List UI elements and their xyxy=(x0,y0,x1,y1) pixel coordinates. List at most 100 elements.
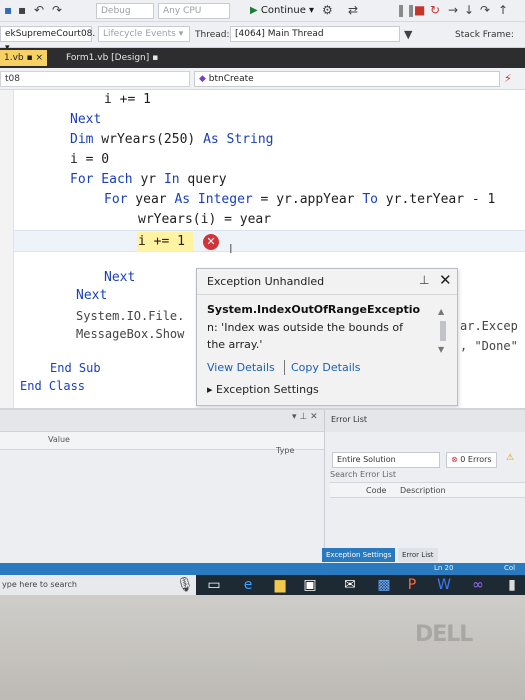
error-icon: ⊗ xyxy=(451,455,458,464)
warning-icon[interactable]: ⚠ xyxy=(506,453,514,463)
visual-studio-icon[interactable]: ∞ xyxy=(470,577,486,593)
screen: ▪ ▪ ↶ ↷ Debug Any CPU ▶ Continue ▾ ⚙ ⇄ ❚… xyxy=(0,0,525,595)
code-line: Dim wrYears(250) As String xyxy=(70,132,274,147)
code-line: Next xyxy=(70,112,102,127)
description-column-header[interactable]: Description xyxy=(400,486,446,495)
solution-config-combo[interactable]: Debug xyxy=(96,3,154,19)
code-line: For Each yr In query xyxy=(70,172,227,187)
event-icon: ⚡ xyxy=(504,72,512,85)
continue-button[interactable]: ▶ Continue ▾ xyxy=(250,3,314,19)
exception-type: System.IndexOutOfRangeExceptio xyxy=(207,303,421,316)
monitor-bezel xyxy=(0,595,525,700)
show-next-statement-icon[interactable]: → xyxy=(448,2,458,18)
code-line: MessageBox.Show xyxy=(76,327,185,341)
save-all-icon[interactable]: ▪ xyxy=(18,2,26,18)
standard-toolbar: ▪ ▪ ↶ ↷ Debug Any CPU ▶ Continue ▾ ⚙ ⇄ ❚… xyxy=(0,0,525,22)
task-view-icon[interactable]: ▭ xyxy=(206,577,222,593)
scope-combo[interactable]: Entire Solution xyxy=(332,452,440,468)
mail-icon[interactable]: ✉ xyxy=(342,577,358,593)
undo-icon[interactable]: ↶ xyxy=(34,2,44,18)
app-icon[interactable]: ▩ xyxy=(376,577,392,593)
copy-details-link[interactable]: Copy Details xyxy=(291,361,361,374)
locals-column-headers: Value Type xyxy=(0,432,324,455)
powerpoint-icon[interactable]: P xyxy=(404,577,420,593)
restart-icon[interactable]: ↻ xyxy=(430,2,440,18)
tab-exception-settings[interactable]: Exception Settings xyxy=(322,548,396,562)
debug-location-toolbar: ekSupremeCourt08. ▾ Lifecycle Events ▾ T… xyxy=(0,22,525,53)
code-line: End Sub xyxy=(50,361,101,375)
error-glyph-icon[interactable]: ✕ xyxy=(203,234,219,250)
step-out-icon[interactable]: ↑ xyxy=(498,2,508,18)
redo-icon[interactable]: ↷ xyxy=(52,2,62,18)
stop-icon[interactable]: ■ xyxy=(414,2,425,18)
exception-header: Exception Unhandled ⊥ ✕ xyxy=(197,269,457,295)
code-line: wrYears(i) = year xyxy=(138,212,272,227)
browser-link-icon[interactable]: ⚙ xyxy=(322,2,333,18)
stack-frame-label: Stack Frame: xyxy=(455,30,514,40)
code-line-partial: ar.Excep xyxy=(460,319,518,333)
taskbar-search-input[interactable]: ype here to search xyxy=(0,575,196,595)
play-icon: ▶ xyxy=(250,5,258,16)
close-icon[interactable]: × xyxy=(36,53,44,63)
code-line: Next xyxy=(76,288,108,303)
thread-combo[interactable]: [4064] Main Thread xyxy=(230,26,400,42)
word-icon[interactable]: W xyxy=(436,577,452,593)
exception-settings-toggle[interactable]: ▸ Exception Settings xyxy=(207,383,319,396)
file-explorer-icon[interactable]: ▆ xyxy=(272,577,288,593)
project-combo[interactable]: t08 xyxy=(0,71,190,87)
save-icon[interactable]: ▪ xyxy=(4,2,12,18)
hot-reload-icon[interactable]: ⇄ xyxy=(348,2,358,18)
pin-icon[interactable]: ▪ xyxy=(27,53,33,63)
error-column-headers: Code Description xyxy=(330,482,525,498)
process-combo[interactable]: ekSupremeCourt08. ▾ xyxy=(0,26,95,53)
message-scrollbar[interactable]: ▲ ▼ xyxy=(438,307,448,357)
type-column-header[interactable]: Type xyxy=(276,446,294,455)
code-line-partial: , "Done" xyxy=(460,339,518,353)
store-icon[interactable]: ▣ xyxy=(302,577,318,593)
current-statement-line xyxy=(14,230,525,252)
tab-form1-design[interactable]: Form1.vb [Design] ▪ xyxy=(62,50,162,66)
code-line: i = 0 xyxy=(70,152,110,167)
method-icon: ◆ xyxy=(199,74,206,84)
value-column-header[interactable]: Value xyxy=(48,435,70,444)
code-line: i += 1 xyxy=(104,92,151,107)
document-tab-bar: 1.vb ▪ × Form1.vb [Design] ▪ xyxy=(0,48,525,68)
scroll-up-icon[interactable]: ▲ xyxy=(438,307,448,317)
lifecycle-events-combo[interactable]: Lifecycle Events ▾ xyxy=(98,26,190,42)
step-over-icon[interactable]: ↷ xyxy=(480,2,490,18)
exception-message-line2: the array.' xyxy=(207,338,263,351)
monitor-brand-logo: DELL xyxy=(415,622,473,647)
window-menu-icon[interactable]: ▾ ⊥ ✕ xyxy=(292,412,318,422)
tray-icon[interactable]: ▮ xyxy=(504,577,520,593)
tool-windows-area: ▾ ⊥ ✕ Value Type Error List Entire Solut… xyxy=(0,408,525,563)
view-details-link[interactable]: View Details xyxy=(207,361,275,374)
link-separator xyxy=(284,360,285,375)
tab-error-list[interactable]: Error List xyxy=(398,548,438,562)
close-icon[interactable]: ✕ xyxy=(439,271,452,289)
windows-taskbar: Ln 20 Col ype here to search 🎙 ▭ e ▆ ▣ ✉… xyxy=(0,563,525,595)
filter-icon[interactable]: ▼ xyxy=(404,27,412,43)
code-navigation-bar: t08 ◆ btnCreate ⚡ xyxy=(0,68,525,90)
code-line: System.IO.File. xyxy=(76,309,185,323)
scroll-down-icon[interactable]: ▼ xyxy=(438,345,448,355)
text-cursor-icon: I xyxy=(229,242,233,256)
pane-divider[interactable] xyxy=(324,410,325,563)
microphone-icon[interactable]: 🎙 xyxy=(176,577,194,593)
step-into-icon[interactable]: ↓ xyxy=(464,2,474,18)
status-bar: Ln 20 Col xyxy=(0,563,525,575)
code-editor[interactable]: i += 1 Next Dim wrYears(250) As String i… xyxy=(0,90,525,408)
line-indicator: Ln 20 xyxy=(434,564,454,572)
errors-filter-button[interactable]: ⊗ 0 Errors xyxy=(446,452,497,468)
edge-icon[interactable]: e xyxy=(240,577,256,593)
exception-helper-popup: Exception Unhandled ⊥ ✕ System.IndexOutO… xyxy=(196,268,458,406)
scroll-thumb[interactable] xyxy=(440,321,446,341)
error-search-input[interactable]: Search Error List xyxy=(330,470,396,479)
pin-icon[interactable]: ⊥ xyxy=(419,273,429,287)
exception-title: Exception Unhandled xyxy=(207,275,325,288)
member-combo[interactable]: ◆ btnCreate xyxy=(194,71,500,87)
error-list-header: Error List xyxy=(325,410,525,432)
code-column-header[interactable]: Code xyxy=(366,486,386,495)
platform-combo[interactable]: Any CPU xyxy=(158,3,230,19)
pin-icon[interactable]: ▪ xyxy=(152,53,158,63)
tab-vb-file[interactable]: 1.vb ▪ × xyxy=(0,50,48,66)
